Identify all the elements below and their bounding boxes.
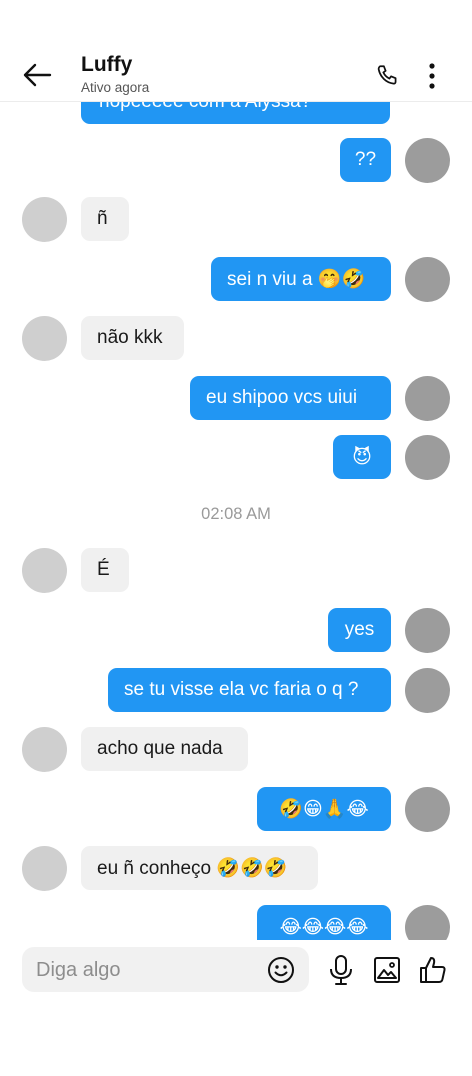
time-separator: 02:08 AM — [201, 505, 271, 523]
emoji-button[interactable] — [265, 954, 297, 986]
message-input-container[interactable] — [22, 947, 309, 994]
message-bubble-outgoing[interactable]: se tu visse ela vc faria o q ? — [108, 668, 391, 712]
message-bubble-incoming[interactable]: acho que nada — [81, 727, 248, 771]
contact-avatar[interactable] — [22, 197, 67, 242]
my-avatar — [405, 787, 450, 832]
message-bubble-outgoing[interactable]: sei n viu a 🤭🤣 — [211, 257, 391, 301]
my-avatar — [405, 376, 450, 421]
my-avatar — [405, 138, 450, 183]
my-avatar — [405, 608, 450, 653]
message-composer — [0, 940, 472, 1076]
back-button[interactable] — [18, 56, 56, 94]
chat-header: Luffy Ativo agora — [0, 0, 472, 102]
back-arrow-icon — [23, 63, 52, 87]
send-image-button[interactable] — [369, 951, 405, 989]
message-bubble-outgoing[interactable]: yes — [328, 608, 391, 652]
contact-avatar[interactable] — [22, 846, 67, 891]
more-vertical-icon — [429, 63, 435, 89]
my-avatar — [405, 435, 450, 480]
message-bubble-outgoing[interactable]: ?? — [340, 138, 391, 182]
message-bubble-incoming[interactable]: ñ — [81, 197, 129, 241]
message-input[interactable] — [22, 947, 268, 994]
phone-icon — [377, 65, 397, 85]
contact-avatar[interactable] — [22, 548, 67, 593]
message-bubble-outgoing[interactable]: 🤣😁🙏😂 — [257, 787, 391, 831]
voice-message-button[interactable] — [324, 951, 358, 989]
microphone-icon — [330, 955, 352, 985]
message-bubble-outgoing[interactable]: 😈 — [333, 435, 391, 479]
contact-avatar[interactable] — [22, 316, 67, 361]
call-button[interactable] — [370, 58, 406, 94]
message-bubble-incoming[interactable]: não kkk — [81, 316, 184, 360]
image-icon — [374, 957, 400, 983]
message-bubble-outgoing[interactable]: eu shipoo vcs uiui — [190, 376, 391, 420]
contact-avatar[interactable] — [22, 727, 67, 772]
my-avatar — [405, 668, 450, 713]
my-avatar — [405, 257, 450, 302]
smiley-icon — [268, 957, 294, 983]
more-options-button[interactable] — [418, 58, 446, 94]
message-bubble-incoming[interactable]: É — [81, 548, 129, 592]
like-button[interactable] — [415, 951, 451, 989]
contact-status: Ativo agora — [81, 80, 150, 95]
thumbs-up-icon — [420, 957, 446, 983]
contact-name[interactable]: Luffy — [81, 53, 132, 77]
message-bubble-incoming[interactable]: eu ñ conheço 🤣🤣🤣 — [81, 846, 318, 890]
